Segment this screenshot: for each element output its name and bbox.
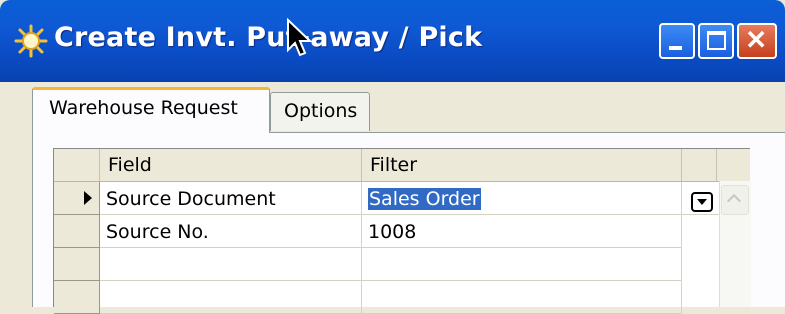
column-header-extra <box>717 149 750 182</box>
scroll-up-icon[interactable] <box>721 185 749 215</box>
minimize-icon <box>669 46 682 50</box>
current-row-arrow-icon <box>84 191 92 205</box>
table-cell-filter[interactable] <box>362 248 682 281</box>
tab-warehouse-request-label: Warehouse Request <box>49 97 238 119</box>
table-cell-field[interactable]: Source Document <box>100 182 362 215</box>
column-header-extra <box>682 149 717 182</box>
column-header-filter-label: Filter <box>370 154 418 176</box>
column-header-field-label: Field <box>108 154 152 176</box>
row-selector[interactable] <box>54 248 100 281</box>
maximize-icon <box>707 31 726 50</box>
row-selector[interactable] <box>54 215 100 248</box>
table-cell-field[interactable]: Source No. <box>100 215 362 248</box>
tab-options[interactable]: Options <box>270 92 370 131</box>
grid-header-corner <box>54 149 100 182</box>
table-cell-field[interactable] <box>100 248 362 281</box>
row-selector[interactable] <box>54 182 100 215</box>
cell-text-selected: Sales Order <box>368 188 481 210</box>
vertical-scrollbar[interactable] <box>719 181 751 307</box>
cell-text: Source Document <box>106 188 276 210</box>
table-cell-filter[interactable]: 1008 <box>362 215 682 248</box>
column-header-field[interactable]: Field <box>100 149 362 182</box>
tab-warehouse-request[interactable]: Warehouse Request <box>32 87 270 133</box>
maximize-button[interactable] <box>698 23 734 59</box>
column-header-filter[interactable]: Filter <box>362 149 682 182</box>
table-cell-filter[interactable] <box>362 281 682 314</box>
title-bar[interactable]: Create Invt. Put-away / Pick <box>0 0 785 82</box>
table-cell-filter[interactable]: Sales Order <box>362 182 682 215</box>
minimize-button[interactable] <box>659 23 695 59</box>
cell-text: 1008 <box>368 221 417 243</box>
cell-text: Source No. <box>106 221 209 243</box>
tab-options-label: Options <box>284 100 358 122</box>
row-selector[interactable] <box>54 281 100 314</box>
window-title: Create Invt. Put-away / Pick <box>54 22 483 53</box>
filter-grid[interactable]: Field Filter Source Document Sales Order… <box>53 148 750 314</box>
close-icon <box>747 30 765 48</box>
table-cell-field[interactable] <box>100 281 362 314</box>
filter-lookup-dropdown-button[interactable] <box>691 192 713 212</box>
mouse-cursor-icon <box>287 18 312 57</box>
close-button[interactable] <box>737 23 777 59</box>
gear-sparkle-icon <box>14 24 48 58</box>
